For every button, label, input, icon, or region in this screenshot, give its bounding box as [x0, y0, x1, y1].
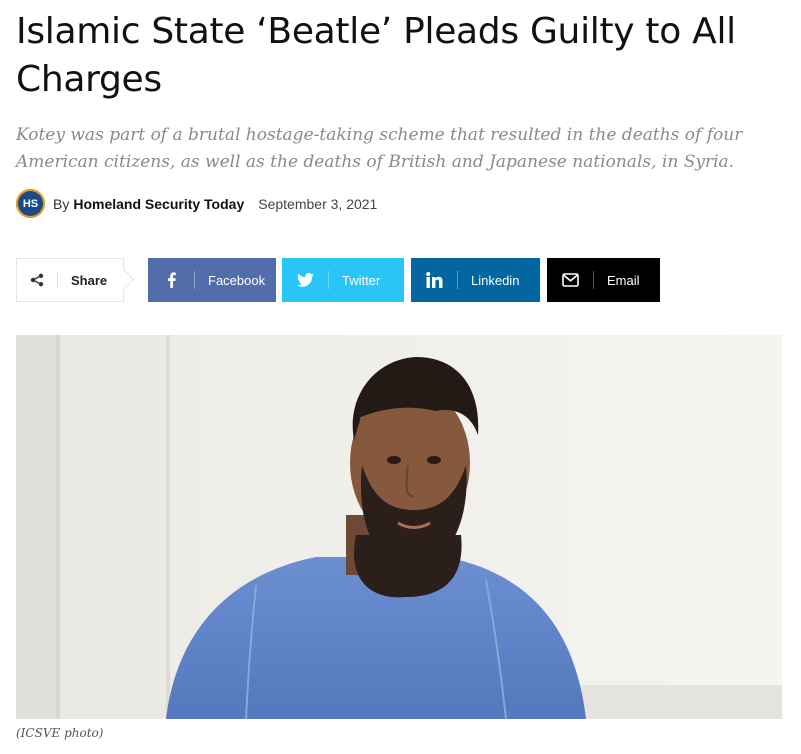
linkedin-icon	[411, 272, 457, 288]
button-separator	[328, 271, 329, 289]
photo-caption: (ICSVE photo)	[16, 726, 104, 740]
share-label: Share	[71, 272, 108, 288]
button-separator	[457, 271, 458, 289]
publish-date: September 3, 2021	[258, 195, 378, 212]
linkedin-share-button[interactable]: Linkedin	[411, 258, 540, 302]
button-separator	[593, 271, 594, 289]
share-separator	[57, 271, 58, 289]
twitter-share-button[interactable]: Twitter	[282, 258, 404, 302]
author-avatar[interactable]: HS	[16, 189, 45, 218]
linkedin-share-label: Linkedin	[471, 272, 520, 288]
facebook-share-label: Facebook	[208, 272, 266, 288]
article-photo	[16, 335, 782, 719]
article-title: Islamic State ‘Beatle’ Pleads Guilty to …	[16, 11, 736, 100]
author-avatar-text: HS	[22, 197, 39, 210]
facebook-icon	[148, 272, 194, 288]
button-separator	[194, 271, 195, 289]
email-share-label: Email	[607, 272, 640, 288]
article-meta: HS By Homeland Security Today September …	[16, 188, 377, 219]
article-subtitle: Kotey was part of a brutal hostage-takin…	[16, 125, 743, 172]
byline-prefix: By	[53, 195, 70, 212]
facebook-share-button[interactable]: Facebook	[148, 258, 276, 302]
share-box: Share	[16, 258, 124, 302]
email-share-button[interactable]: Email	[547, 258, 660, 302]
twitter-share-label: Twitter	[342, 272, 381, 288]
author-link[interactable]: Homeland Security Today	[73, 196, 244, 212]
share-icon	[17, 273, 57, 287]
twitter-icon	[282, 273, 328, 287]
email-icon	[547, 273, 593, 287]
